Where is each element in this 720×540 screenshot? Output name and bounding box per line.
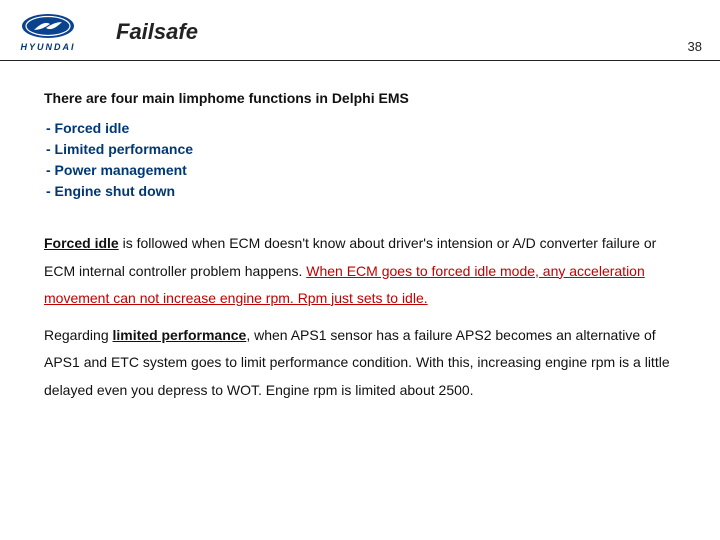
paragraph-forced-idle: Forced idle is followed when ECM doesn't… xyxy=(44,230,676,312)
term-forced-idle: Forced idle xyxy=(44,235,119,251)
list-item: - Limited performance xyxy=(46,139,676,160)
function-list: - Forced idle - Limited performance - Po… xyxy=(46,118,676,202)
paragraph-limited-performance: Regarding limited performance, when APS1… xyxy=(44,322,676,404)
hyundai-logo-icon xyxy=(20,12,76,40)
slide-header: HYUNDAI Failsafe 38 xyxy=(0,0,720,60)
slide-title: Failsafe xyxy=(116,19,198,45)
brand-logo: HYUNDAI xyxy=(20,12,76,52)
list-item: - Engine shut down xyxy=(46,181,676,202)
page-number: 38 xyxy=(688,39,702,54)
list-item: - Forced idle xyxy=(46,118,676,139)
para-text: Regarding xyxy=(44,327,113,343)
brand-text: HYUNDAI xyxy=(20,42,75,52)
term-limited-performance: limited performance xyxy=(113,327,247,343)
slide-content: There are four main limphome functions i… xyxy=(0,61,720,404)
intro-heading: There are four main limphome functions i… xyxy=(44,85,676,112)
list-item: - Power management xyxy=(46,160,676,181)
